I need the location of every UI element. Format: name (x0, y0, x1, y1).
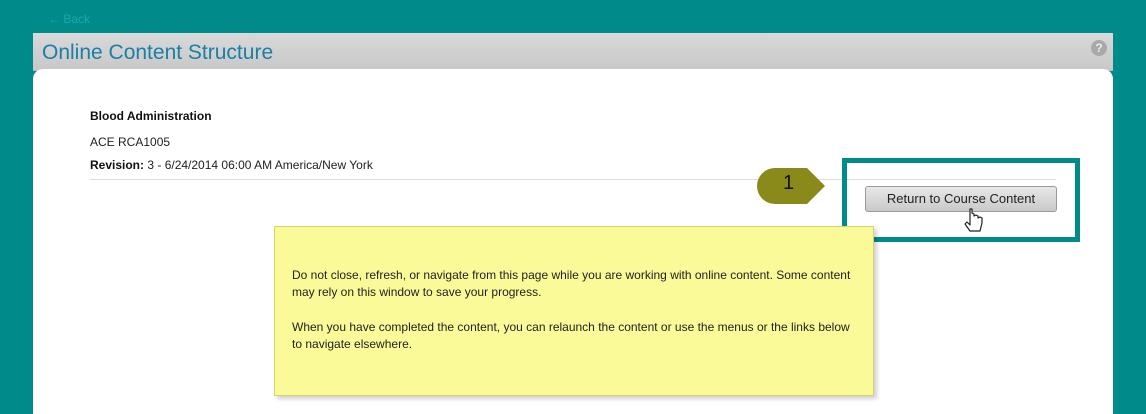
course-title: Blood Administration (90, 109, 212, 123)
cursor-icon (964, 208, 983, 232)
notice-paragraph-2: When you have completed the content, you… (292, 320, 850, 351)
revision-label: Revision: (90, 158, 145, 172)
revision-value: 3 - 6/24/2014 06:00 AM America/New York (144, 158, 373, 172)
callout-badge (757, 168, 825, 204)
back-link[interactable]: ← Back (48, 12, 90, 26)
course-code: ACE RCA1005 (90, 135, 171, 149)
content-panel: Blood Administration ACE RCA1005 Revisio… (33, 69, 1113, 414)
help-icon[interactable]: ? (1091, 40, 1107, 56)
callout-number: 1 (783, 172, 795, 194)
revision-info: Revision: 3 - 6/24/2014 06:00 AM America… (90, 158, 373, 172)
title-bar: Online Content Structure ? (33, 33, 1113, 71)
notice-box: Do not close, refresh, or navigate from … (274, 226, 874, 396)
page-title: Online Content Structure (42, 41, 274, 64)
return-to-course-content-button[interactable]: Return to Course Content (865, 186, 1057, 212)
notice-paragraph-1: Do not close, refresh, or navigate from … (292, 268, 851, 299)
